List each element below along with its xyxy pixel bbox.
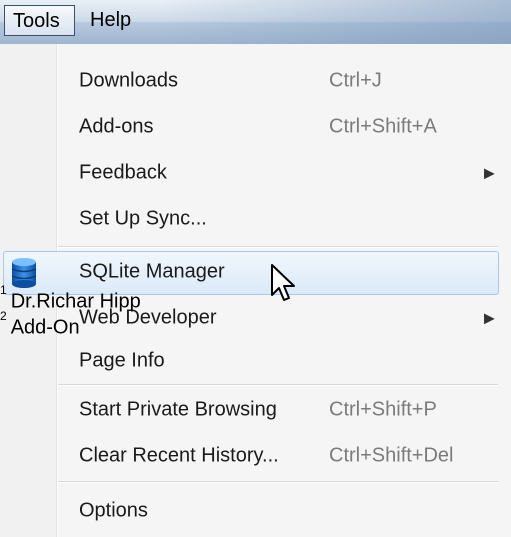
menu-item-shortcut: Ctrl+Shift+P — [329, 398, 437, 421]
menu-item-start-private-browsing[interactable]: Start Private Browsing Ctrl+Shift+P — [0, 387, 511, 433]
menu-item-clear-recent-history[interactable]: Clear Recent History... Ctrl+Shift+Del — [0, 433, 511, 479]
mouse-cursor-icon — [271, 264, 295, 301]
annotation-text: Dr.Richar Hipp — [10, 290, 141, 313]
menu-item-shortcut: Ctrl+Shift+Del — [329, 444, 454, 467]
menu-item-page-info[interactable]: Page Info — [0, 338, 511, 384]
menu-item-label: Start Private Browsing — [79, 398, 277, 421]
menu-item-label: SQLite Manager — [79, 260, 225, 283]
menu-item-shortcut: Ctrl+J — [329, 69, 382, 92]
menu-item-shortcut: Ctrl+Shift+A — [329, 115, 437, 138]
annotation-note: 1Dr.Richar Hipp — [0, 283, 141, 314]
menu-bar-background — [160, 0, 511, 44]
menu-item-label: Feedback — [79, 161, 167, 184]
annotation-marker: 1 — [0, 283, 7, 297]
menu-item-options[interactable]: Options — [0, 488, 511, 534]
menu-item-label: Page Info — [79, 349, 165, 372]
menu-separator — [58, 246, 498, 248]
submenu-arrow-icon: ▶ — [484, 164, 495, 181]
annotation-marker: 2 — [0, 309, 7, 323]
menu-separator — [58, 481, 498, 483]
menu-item-label: Downloads — [79, 69, 178, 92]
menu-separator — [58, 384, 498, 386]
menu-bar: Tools Help — [0, 0, 511, 45]
menu-item-label: Add-ons — [79, 115, 154, 138]
menu-item-feedback[interactable]: Feedback ▶ — [0, 150, 511, 196]
database-icon — [11, 258, 37, 288]
annotation-note: 2Add-On — [0, 309, 80, 340]
menu-item-label: Set Up Sync... — [79, 207, 207, 230]
menu-item-downloads[interactable]: Downloads Ctrl+J — [0, 58, 511, 104]
menu-help[interactable]: Help — [82, 5, 139, 36]
menu-item-label: Clear Recent History... — [79, 444, 279, 467]
menu-item-label: Options — [79, 499, 148, 522]
menu-item-set-up-sync[interactable]: Set Up Sync... — [0, 196, 511, 242]
menu-tools[interactable]: Tools — [4, 5, 75, 36]
menu-item-add-ons[interactable]: Add-ons Ctrl+Shift+A — [0, 104, 511, 150]
submenu-arrow-icon: ▶ — [484, 309, 495, 326]
annotation-text: Add-On — [10, 316, 80, 339]
